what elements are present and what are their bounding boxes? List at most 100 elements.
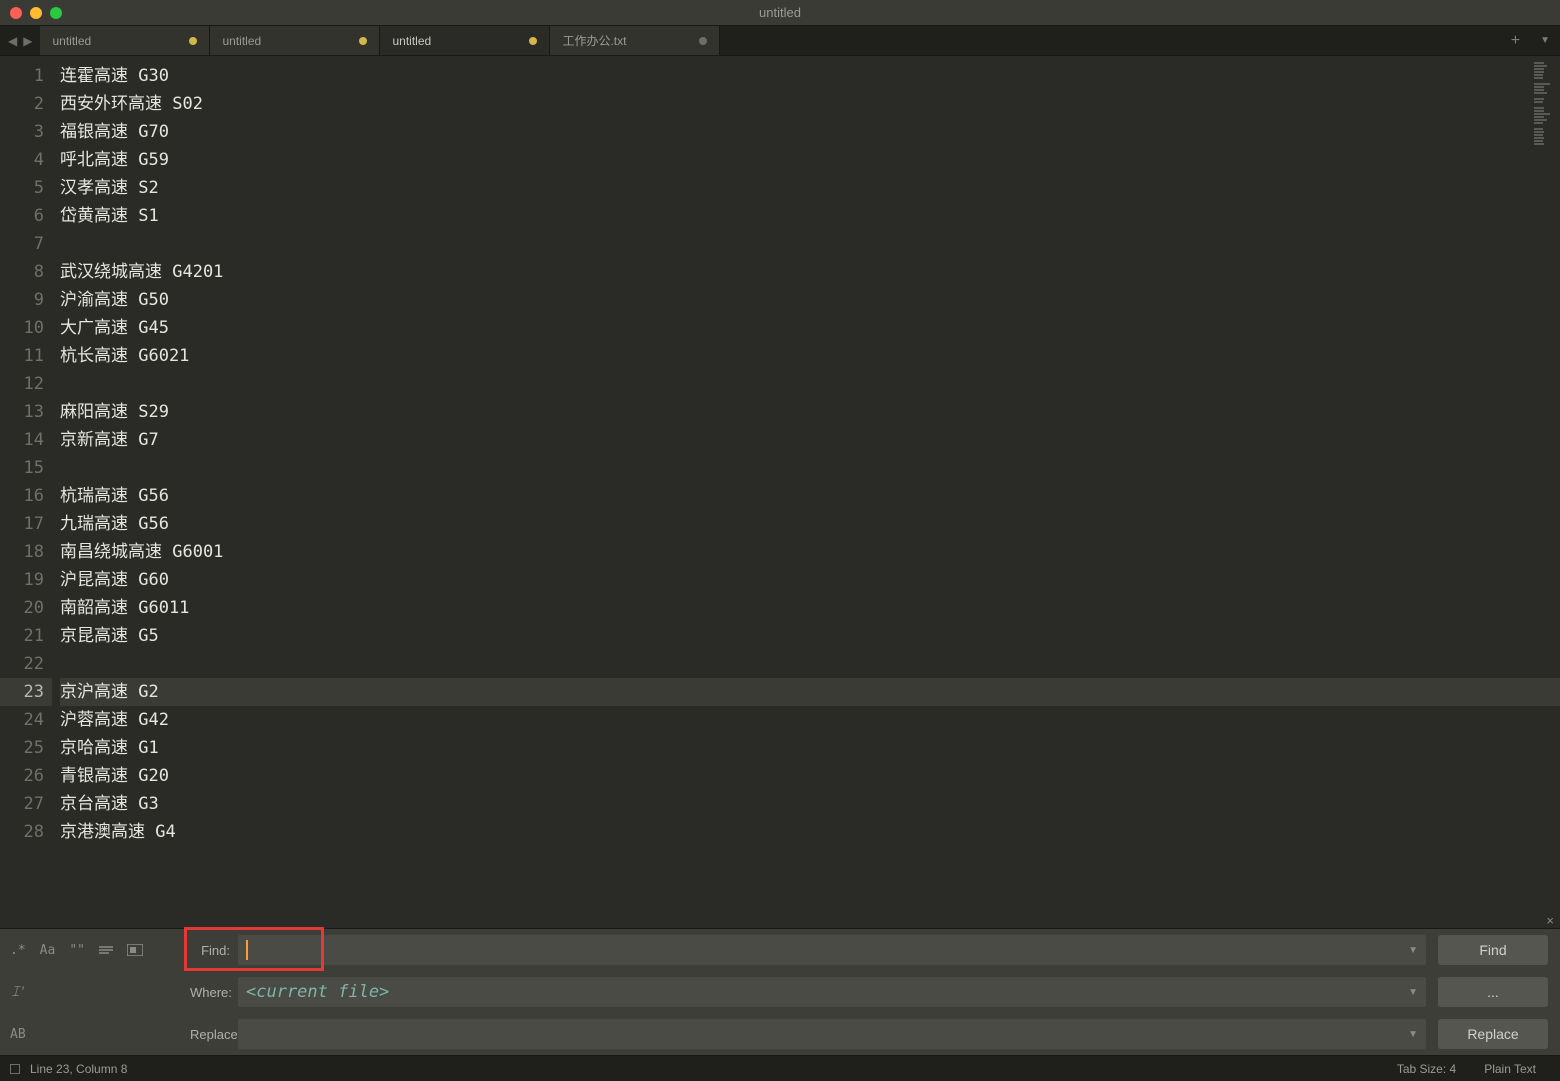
find-input-wrap[interactable]: ▼ — [238, 935, 1426, 965]
modified-indicator-icon[interactable] — [359, 37, 367, 45]
tab-3[interactable]: 工作办公.txt — [550, 26, 720, 55]
window-maximize-button[interactable] — [50, 7, 62, 19]
code-line[interactable]: 武汉绕城高速 G4201 — [60, 258, 1560, 286]
code-line[interactable]: 沪蓉高速 G42 — [60, 706, 1560, 734]
modified-indicator-icon[interactable] — [529, 37, 537, 45]
cursor-position[interactable]: Line 23, Column 8 — [30, 1062, 127, 1076]
line-number[interactable]: 28 — [0, 818, 52, 846]
code-line[interactable]: 福银高速 G70 — [60, 118, 1560, 146]
find-replace-panel: × .* Aa "" Find: ▼ Find 𝙸' Where: — [0, 928, 1560, 1055]
find-history-dropdown[interactable]: ▼ — [1402, 945, 1418, 956]
code-line[interactable]: 京沪高速 G2 — [60, 678, 1560, 706]
window-minimize-button[interactable] — [30, 7, 42, 19]
code-line[interactable]: 呼北高速 G59 — [60, 146, 1560, 174]
line-number[interactable]: 20 — [0, 594, 52, 622]
find-input[interactable] — [248, 942, 1402, 958]
line-number[interactable]: 1 — [0, 62, 52, 90]
line-number[interactable]: 9 — [0, 286, 52, 314]
regex-toggle[interactable]: .* — [10, 943, 26, 958]
line-number[interactable]: 2 — [0, 90, 52, 118]
tab-size-selector[interactable]: Tab Size: 4 — [1383, 1062, 1470, 1076]
line-number[interactable]: 27 — [0, 790, 52, 818]
code-line[interactable]: 沪昆高速 G60 — [60, 566, 1560, 594]
line-number[interactable]: 12 — [0, 370, 52, 398]
new-tab-button[interactable]: + — [1501, 26, 1530, 55]
code-line[interactable] — [60, 370, 1560, 398]
line-number[interactable]: 4 — [0, 146, 52, 174]
tab-history-back-icon[interactable]: ◀ — [6, 34, 19, 48]
code-line[interactable]: 京新高速 G7 — [60, 426, 1560, 454]
where-history-dropdown[interactable]: ▼ — [1402, 987, 1418, 998]
tab-2[interactable]: untitled — [380, 26, 550, 55]
code-line[interactable]: 连霍高速 G30 — [60, 62, 1560, 90]
code-line[interactable]: 西安外环高速 S02 — [60, 90, 1560, 118]
line-number[interactable]: 7 — [0, 230, 52, 258]
tab-1[interactable]: untitled — [210, 26, 380, 55]
line-number[interactable]: 24 — [0, 706, 52, 734]
code-line[interactable] — [60, 230, 1560, 258]
code-line[interactable]: 沪渝高速 G50 — [60, 286, 1560, 314]
wrap-toggle[interactable] — [99, 945, 113, 955]
line-number[interactable]: 11 — [0, 342, 52, 370]
line-number[interactable]: 13 — [0, 398, 52, 426]
line-number[interactable]: 22 — [0, 650, 52, 678]
line-number[interactable]: 10 — [0, 314, 52, 342]
where-input-wrap[interactable]: <current file> ▼ — [238, 977, 1426, 1007]
code-line[interactable]: 南昌绕城高速 G6001 — [60, 538, 1560, 566]
code-line[interactable]: 岱黄高速 S1 — [60, 202, 1560, 230]
tab-0[interactable]: untitled — [40, 26, 210, 55]
line-number[interactable]: 8 — [0, 258, 52, 286]
code-line[interactable]: 麻阳高速 S29 — [60, 398, 1560, 426]
case-sensitive-toggle[interactable]: Aa — [40, 943, 56, 958]
line-number[interactable]: 15 — [0, 454, 52, 482]
code-line[interactable]: 南韶高速 G6011 — [60, 594, 1560, 622]
code-line[interactable]: 京台高速 G3 — [60, 790, 1560, 818]
line-number-gutter: 1234567891011121314151617181920212223242… — [0, 56, 52, 928]
code-line[interactable]: 京港澳高速 G4 — [60, 818, 1560, 846]
context-toggle[interactable]: 𝙸' — [10, 983, 24, 1001]
replace-history-dropdown[interactable]: ▼ — [1402, 1029, 1418, 1040]
code-line[interactable]: 青银高速 G20 — [60, 762, 1560, 790]
tab-overflow-menu[interactable]: ▼ — [1530, 26, 1560, 55]
syntax-selector[interactable]: Plain Text — [1470, 1062, 1550, 1076]
line-number[interactable]: 21 — [0, 622, 52, 650]
code-line[interactable]: 杭长高速 G6021 — [60, 342, 1560, 370]
code-line[interactable]: 九瑞高速 G56 — [60, 510, 1560, 538]
find-button[interactable]: Find — [1438, 935, 1548, 965]
code-line[interactable]: 杭瑞高速 G56 — [60, 482, 1560, 510]
line-number[interactable]: 3 — [0, 118, 52, 146]
modified-indicator-icon[interactable] — [189, 37, 197, 45]
line-number[interactable]: 16 — [0, 482, 52, 510]
line-number[interactable]: 14 — [0, 426, 52, 454]
tab-history-forward-icon[interactable]: ▶ — [21, 34, 34, 48]
replace-input[interactable] — [246, 1026, 1402, 1042]
line-number[interactable]: 23 — [0, 678, 52, 706]
code-line[interactable] — [60, 650, 1560, 678]
editor-area[interactable]: 1234567891011121314151617181920212223242… — [0, 56, 1560, 928]
line-number[interactable]: 6 — [0, 202, 52, 230]
line-number[interactable]: 25 — [0, 734, 52, 762]
minimap[interactable] — [1534, 62, 1560, 145]
code-line[interactable] — [60, 454, 1560, 482]
titlebar: untitled — [0, 0, 1560, 26]
replace-input-wrap[interactable]: ▼ — [238, 1019, 1426, 1049]
line-number[interactable]: 17 — [0, 510, 52, 538]
code-content[interactable]: 连霍高速 G30西安外环高速 S02福银高速 G70呼北高速 G59汉孝高速 S… — [52, 56, 1560, 928]
code-line[interactable]: 京哈高速 G1 — [60, 734, 1560, 762]
whole-word-toggle[interactable]: "" — [69, 943, 85, 958]
replace-button[interactable]: Replace — [1438, 1019, 1548, 1049]
line-number[interactable]: 5 — [0, 174, 52, 202]
code-line[interactable]: 京昆高速 G5 — [60, 622, 1560, 650]
preserve-case-toggle[interactable]: AB — [10, 1027, 26, 1042]
where-browse-button[interactable]: ... — [1438, 977, 1548, 1007]
window-close-button[interactable] — [10, 7, 22, 19]
code-line[interactable]: 大广高速 G45 — [60, 314, 1560, 342]
line-number[interactable]: 26 — [0, 762, 52, 790]
code-line[interactable]: 汉孝高速 S2 — [60, 174, 1560, 202]
close-panel-icon[interactable]: × — [1546, 913, 1554, 928]
tab-close-icon[interactable] — [699, 37, 707, 45]
in-selection-toggle[interactable] — [127, 944, 143, 956]
line-number[interactable]: 19 — [0, 566, 52, 594]
panel-switcher-icon[interactable] — [10, 1064, 20, 1074]
line-number[interactable]: 18 — [0, 538, 52, 566]
